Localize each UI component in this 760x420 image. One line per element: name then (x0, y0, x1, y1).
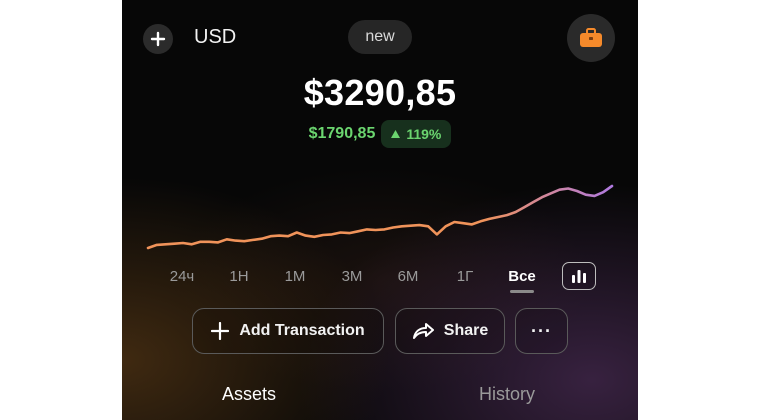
more-dots-icon: ··· (531, 320, 552, 341)
change-amount: $1790,85 (308, 125, 376, 142)
briefcase-icon (580, 28, 602, 47)
time-range-tabs: 24ч 1Н 1М 3М 6М 1Г Все (122, 262, 638, 296)
share-arrow-icon (412, 323, 434, 339)
range-tab-4[interactable]: 6М (398, 268, 419, 285)
range-tab-6[interactable]: Все (508, 268, 536, 285)
chart-type-toggle[interactable] (562, 262, 596, 290)
tab-assets[interactable]: Assets (222, 384, 276, 405)
plus-icon (211, 322, 230, 340)
share-label: Share (443, 322, 489, 339)
range-tab-2[interactable]: 1М (285, 268, 306, 285)
change-row: $1790,85 119% (122, 120, 638, 148)
range-tab-1[interactable]: 1Н (229, 268, 248, 285)
share-button[interactable]: Share (395, 308, 505, 354)
total-balance: $3290,85 (303, 72, 457, 113)
add-transaction-button[interactable]: Add Transaction (192, 308, 384, 354)
price-line (146, 184, 614, 250)
tab-history[interactable]: History (479, 384, 535, 405)
range-tab-0[interactable]: 24ч (170, 268, 195, 285)
arrow-up-icon (391, 130, 401, 138)
plus-icon (150, 31, 166, 47)
range-tab-5[interactable]: 1Г (457, 268, 473, 285)
portfolio-case-button[interactable] (567, 14, 615, 62)
new-badge[interactable]: new (348, 20, 412, 54)
change-percent-badge: 119% (381, 120, 452, 148)
bar-chart-icon (572, 270, 586, 283)
portfolio-screen: USD new $3290,85 $1790,85 119% 24ч 1Н 1М 3М (122, 0, 638, 420)
currency-selector[interactable]: USD (194, 26, 236, 49)
more-button[interactable]: ··· (515, 308, 568, 354)
add-portfolio-button[interactable] (143, 24, 173, 54)
change-percent: 119% (406, 126, 442, 142)
add-transaction-label: Add Transaction (239, 322, 365, 339)
active-range-indicator (510, 290, 534, 293)
range-tab-3[interactable]: 3М (342, 268, 363, 285)
price-chart[interactable] (122, 170, 638, 260)
